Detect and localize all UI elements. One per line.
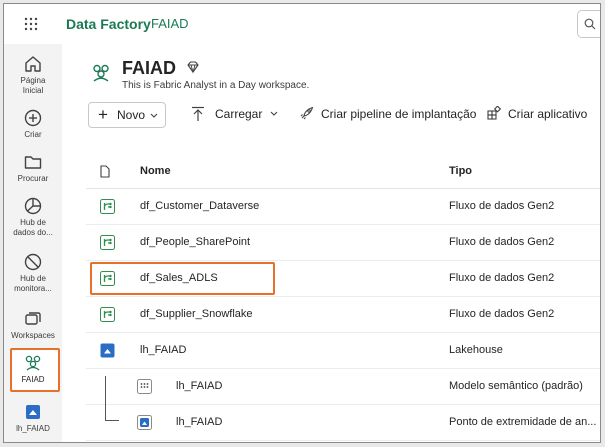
rail-item-workspaces[interactable]: Workspaces xyxy=(4,309,62,341)
upload-label: Carregar xyxy=(215,107,263,121)
home-icon xyxy=(25,56,41,72)
search-icon xyxy=(584,18,596,30)
folder-icon xyxy=(24,156,42,169)
sql-endpoint-icon xyxy=(137,415,152,430)
rail-item-data-hub[interactable]: Hub de dados do... xyxy=(4,196,62,238)
item-type: Lakehouse xyxy=(449,344,503,356)
rail-item-create[interactable]: Criar xyxy=(4,108,62,140)
rail-label: Hub de dados do... xyxy=(13,218,53,237)
dataflow-icon xyxy=(100,235,115,250)
top-bar: Data Factory FAIAD xyxy=(4,4,600,44)
premium-diamond-icon xyxy=(187,61,199,74)
create-icon xyxy=(24,109,42,127)
command-bar: + Novo Carregar Criar pipeline de implan… xyxy=(62,100,600,134)
table-row[interactable]: df_People_SharePoint Fluxo de dados Gen2 xyxy=(86,225,600,261)
item-type: Fluxo de dados Gen2 xyxy=(449,308,555,320)
create-app-button[interactable]: Criar aplicativo xyxy=(487,106,588,125)
main-content: FAIAD This is Fabric Analyst in a Day wo… xyxy=(62,44,600,442)
new-button-label: Novo xyxy=(117,108,146,122)
app-name[interactable]: Data Factory xyxy=(66,16,151,32)
upload-icon xyxy=(192,106,204,121)
item-name[interactable]: df_Supplier_Snowflake xyxy=(140,308,253,320)
file-type-icon xyxy=(100,165,110,178)
monitor-icon xyxy=(24,253,42,271)
rail-label: Procurar xyxy=(17,174,49,183)
chevron-down-icon xyxy=(270,111,278,116)
column-header-type[interactable]: Tipo xyxy=(449,165,472,177)
lakehouse-icon xyxy=(26,405,40,419)
table-header: Nome Tipo xyxy=(86,153,600,189)
workspace-title: FAIAD xyxy=(122,58,176,78)
search-box[interactable] xyxy=(577,10,600,38)
rail-label: lh_FAIAD xyxy=(16,424,50,433)
table-row[interactable]: lh_FAIAD Ponto de extremidade de an... xyxy=(86,405,600,441)
rail-item-lakehouse[interactable]: lh_FAIAD xyxy=(4,402,62,434)
data-hub-icon xyxy=(24,197,42,215)
rail-item-faiad[interactable]: FAIAD xyxy=(4,353,62,385)
rail-item-home[interactable]: Página Inicial xyxy=(4,54,62,96)
deployment-pipeline-button[interactable]: Criar pipeline de implantação xyxy=(300,106,476,125)
rail-label: Workspaces xyxy=(11,331,55,340)
column-header-name[interactable]: Nome xyxy=(140,165,171,177)
chevron-down-icon xyxy=(150,113,158,118)
workspace-description: This is Fabric Analyst in a Day workspac… xyxy=(122,80,310,91)
item-name[interactable]: lh_FAIAD xyxy=(176,380,222,392)
tree-connector-line xyxy=(105,376,106,421)
semantic-model-icon xyxy=(137,379,152,394)
item-type: Fluxo de dados Gen2 xyxy=(449,200,555,212)
waffle-icon[interactable] xyxy=(24,17,38,31)
breadcrumb-workspace[interactable]: FAIAD xyxy=(151,16,189,31)
pipeline-label: Criar pipeline de implantação xyxy=(321,107,477,121)
rail-item-browse[interactable]: Procurar xyxy=(4,152,62,184)
item-type: Fluxo de dados Gen2 xyxy=(449,272,555,284)
plus-icon: + xyxy=(98,105,108,124)
item-type: Modelo semântico (padrão) xyxy=(449,380,583,392)
table-row[interactable]: df_Supplier_Snowflake Fluxo de dados Gen… xyxy=(86,297,600,333)
rail-item-monitoring[interactable]: Hub de monitora... xyxy=(4,252,62,294)
rail-label: Hub de monitora... xyxy=(14,274,52,293)
row-highlight-outline xyxy=(90,262,275,295)
item-type: Ponto de extremidade de an... xyxy=(449,416,597,428)
upload-button[interactable]: Carregar xyxy=(191,106,279,125)
table-row[interactable]: df_Customer_Dataverse Fluxo de dados Gen… xyxy=(86,189,600,225)
item-name[interactable]: lh_FAIAD xyxy=(140,344,186,356)
new-button[interactable]: + Novo xyxy=(88,102,166,128)
left-nav-rail: Página Inicial Criar Procurar Hub de dados… xyxy=(4,44,62,442)
tree-connector-line xyxy=(105,420,119,421)
table-row[interactable]: lh_FAIAD Modelo semântico (padrão) xyxy=(86,369,600,405)
item-name[interactable]: lh_FAIAD xyxy=(176,416,222,428)
item-name[interactable]: df_Customer_Dataverse xyxy=(140,200,259,212)
rail-label: Página Inicial xyxy=(20,76,46,95)
item-type: Fluxo de dados Gen2 xyxy=(449,236,555,248)
dataflow-icon xyxy=(100,199,115,214)
workspaces-icon xyxy=(25,312,41,325)
dataflow-icon xyxy=(100,307,115,322)
rail-label: FAIAD xyxy=(21,375,45,384)
app-window: Data Factory FAIAD PáginaInicial Criar xyxy=(3,3,601,443)
workspace-icon xyxy=(93,64,109,82)
rocket-icon xyxy=(300,106,314,120)
item-name[interactable]: df_People_SharePoint xyxy=(140,236,250,248)
workspace-icon xyxy=(25,355,41,371)
table-row[interactable]: lh_FAIAD Lakehouse xyxy=(86,333,600,369)
app-icon xyxy=(487,106,501,120)
lakehouse-icon xyxy=(100,343,115,358)
rail-label: Criar xyxy=(24,130,42,139)
create-app-label: Criar aplicativo xyxy=(508,107,588,121)
